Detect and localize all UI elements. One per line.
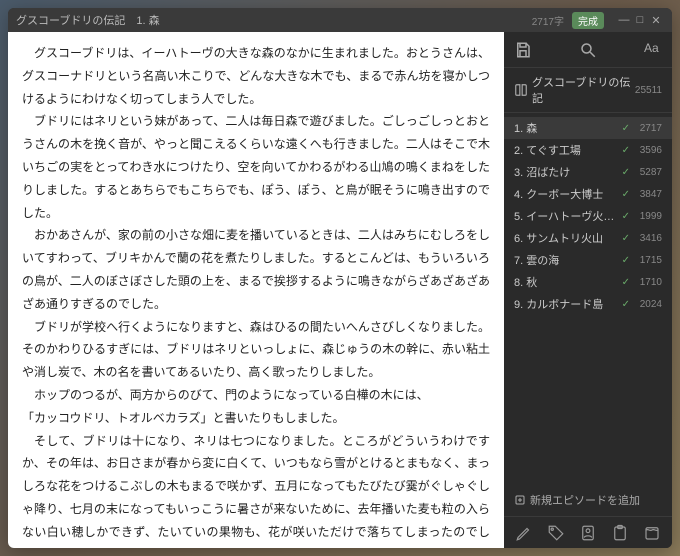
paragraph: 「カッコウドリ、トオルベカラズ」と書いたりもしました。 — [22, 407, 490, 430]
sidebar: Aa グスコーブドリの伝記 25511 1. 森✓27172. てぐす工場✓35… — [504, 32, 672, 548]
book-icon — [514, 83, 528, 97]
episode-item[interactable]: 3. 沼ばたけ ✓5287 — [504, 161, 672, 183]
episode-count: 3847 — [630, 189, 662, 200]
check-icon: ✓ — [622, 145, 630, 156]
paragraph: ブドリにはネリという妹があって、二人は毎日森で遊びました。ごしっごしっとおとうさ… — [22, 110, 490, 224]
episode-label: 1. 森 — [514, 120, 618, 136]
episode-list: 1. 森✓27172. てぐす工場✓35963. 沼ばたけ✓52874. クーボ… — [504, 113, 672, 484]
episode-count: 3596 — [630, 145, 662, 156]
episode-label: 3. 沼ばたけ — [514, 164, 618, 180]
minimize-button[interactable]: — — [616, 14, 632, 26]
check-icon: ✓ — [622, 233, 630, 244]
window-title: グスコーブドリの伝記 1. 森 — [16, 12, 160, 28]
paragraph: ブドリが学校へ行くようになりますと、森はひるの間たいへんさびしくなりました。その… — [22, 316, 490, 384]
document-header[interactable]: グスコーブドリの伝記 25511 — [504, 68, 672, 113]
episode-item[interactable]: 7. 雲の海 ✓1715 — [504, 249, 672, 271]
clipboard-icon[interactable] — [611, 524, 629, 542]
main-area: グスコーブドリは、イーハトーヴの大きな森のなかに生まれました。おとうさんは、グス… — [8, 32, 672, 548]
check-icon: ✓ — [622, 299, 630, 310]
episode-item[interactable]: 6. サンムトリ火山 ✓3416 — [504, 227, 672, 249]
sidebar-toolbar: Aa — [504, 32, 672, 68]
total-count: 25511 — [635, 85, 662, 96]
plus-icon — [514, 494, 526, 506]
check-icon: ✓ — [622, 211, 630, 222]
episode-label: 5. イーハトーヴ火山局 — [514, 208, 618, 224]
episode-label: 7. 雲の海 — [514, 252, 618, 268]
close-button[interactable]: ✕ — [648, 14, 664, 27]
check-icon: ✓ — [622, 123, 630, 134]
episode-count: 5287 — [630, 167, 662, 178]
person-icon[interactable] — [579, 524, 597, 542]
episode-item[interactable]: 4. クーボー大博士 ✓3847 — [504, 183, 672, 205]
episode-label: 6. サンムトリ火山 — [514, 230, 618, 246]
episode-item[interactable]: 1. 森 ✓2717 — [504, 117, 672, 139]
episode-item[interactable]: 5. イーハトーヴ火山局 ✓1999 — [504, 205, 672, 227]
paragraph: そして、ブドリは十になり、ネリは七つになりました。ところがどういうわけですか、そ… — [22, 430, 490, 548]
bottom-toolbar — [504, 516, 672, 548]
add-episode-label: 新規エピソードを追加 — [530, 492, 640, 508]
pen-icon[interactable] — [515, 524, 533, 542]
episode-label: 2. てぐす工場 — [514, 142, 618, 158]
episode-count: 2024 — [630, 299, 662, 310]
note-icon[interactable] — [643, 524, 661, 542]
titlebar: グスコーブドリの伝記 1. 森 2717字 完成 — □ ✕ — [8, 8, 672, 32]
episode-count: 1999 — [630, 211, 662, 222]
episode-count: 1715 — [630, 255, 662, 266]
check-icon: ✓ — [622, 277, 630, 288]
add-episode-button[interactable]: 新規エピソードを追加 — [504, 484, 672, 516]
save-icon[interactable] — [514, 41, 532, 59]
episode-count: 3416 — [630, 233, 662, 244]
editor-pane[interactable]: グスコーブドリは、イーハトーヴの大きな森のなかに生まれました。おとうさんは、グス… — [8, 32, 504, 548]
episode-item[interactable]: 2. てぐす工場 ✓3596 — [504, 139, 672, 161]
paragraph: グスコーブドリは、イーハトーヴの大きな森のなかに生まれました。おとうさんは、グス… — [22, 42, 490, 110]
maximize-button[interactable]: □ — [632, 14, 648, 26]
paragraph: おかあさんが、家の前の小さな畑に麦を播いているときは、二人はみちにむしろをしいて… — [22, 224, 490, 315]
check-icon: ✓ — [622, 167, 630, 178]
check-icon: ✓ — [622, 189, 630, 200]
document-title: グスコーブドリの伝記 — [532, 74, 635, 106]
paragraph: ホップのつるが、両方からのびて、門のようになっている白樺の木には、 — [22, 384, 490, 407]
episode-label: 9. カルボナード島 — [514, 296, 618, 312]
episode-count: 1710 — [630, 277, 662, 288]
episode-item[interactable]: 8. 秋 ✓1710 — [504, 271, 672, 293]
app-window: グスコーブドリの伝記 1. 森 2717字 完成 — □ ✕ グスコーブドリは、… — [8, 8, 672, 548]
episode-item[interactable]: 9. カルボナード島 ✓2024 — [504, 293, 672, 315]
episode-label: 4. クーボー大博士 — [514, 186, 618, 202]
search-icon[interactable] — [579, 41, 597, 59]
status-badge: 完成 — [572, 12, 604, 29]
char-count: 2717字 — [532, 13, 564, 28]
check-icon: ✓ — [622, 255, 630, 266]
tag-icon[interactable] — [547, 524, 565, 542]
font-size-icon[interactable]: Aa — [644, 41, 662, 59]
episode-count: 2717 — [630, 123, 662, 134]
episode-label: 8. 秋 — [514, 274, 618, 290]
